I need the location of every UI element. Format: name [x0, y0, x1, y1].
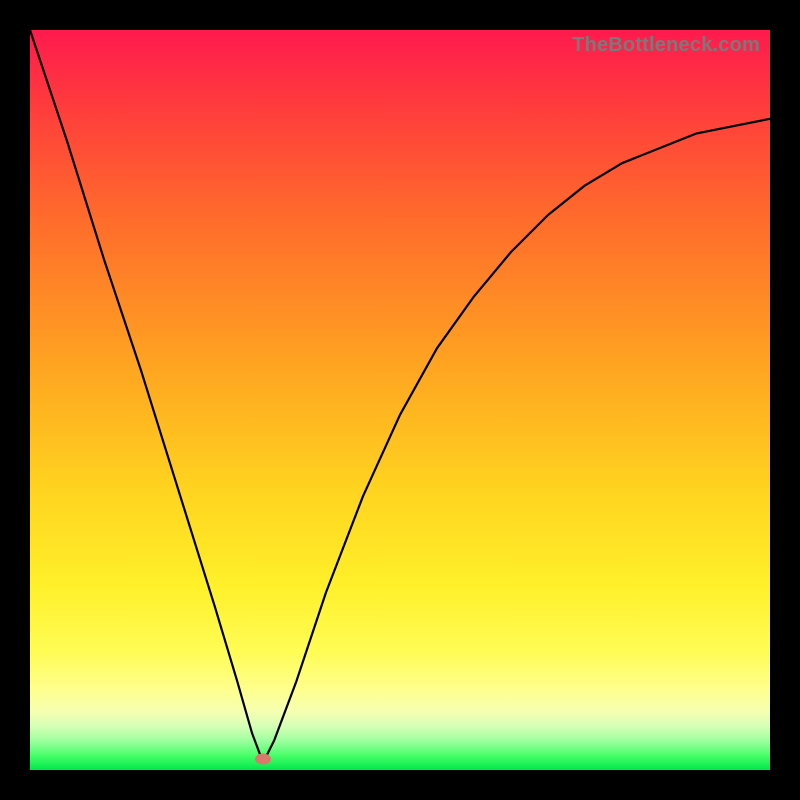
plot-area: TheBottleneck.com — [30, 30, 770, 770]
bottleneck-curve — [30, 30, 770, 770]
curve-path — [30, 30, 770, 763]
chart-frame: TheBottleneck.com — [0, 0, 800, 800]
minimum-marker — [255, 753, 271, 764]
